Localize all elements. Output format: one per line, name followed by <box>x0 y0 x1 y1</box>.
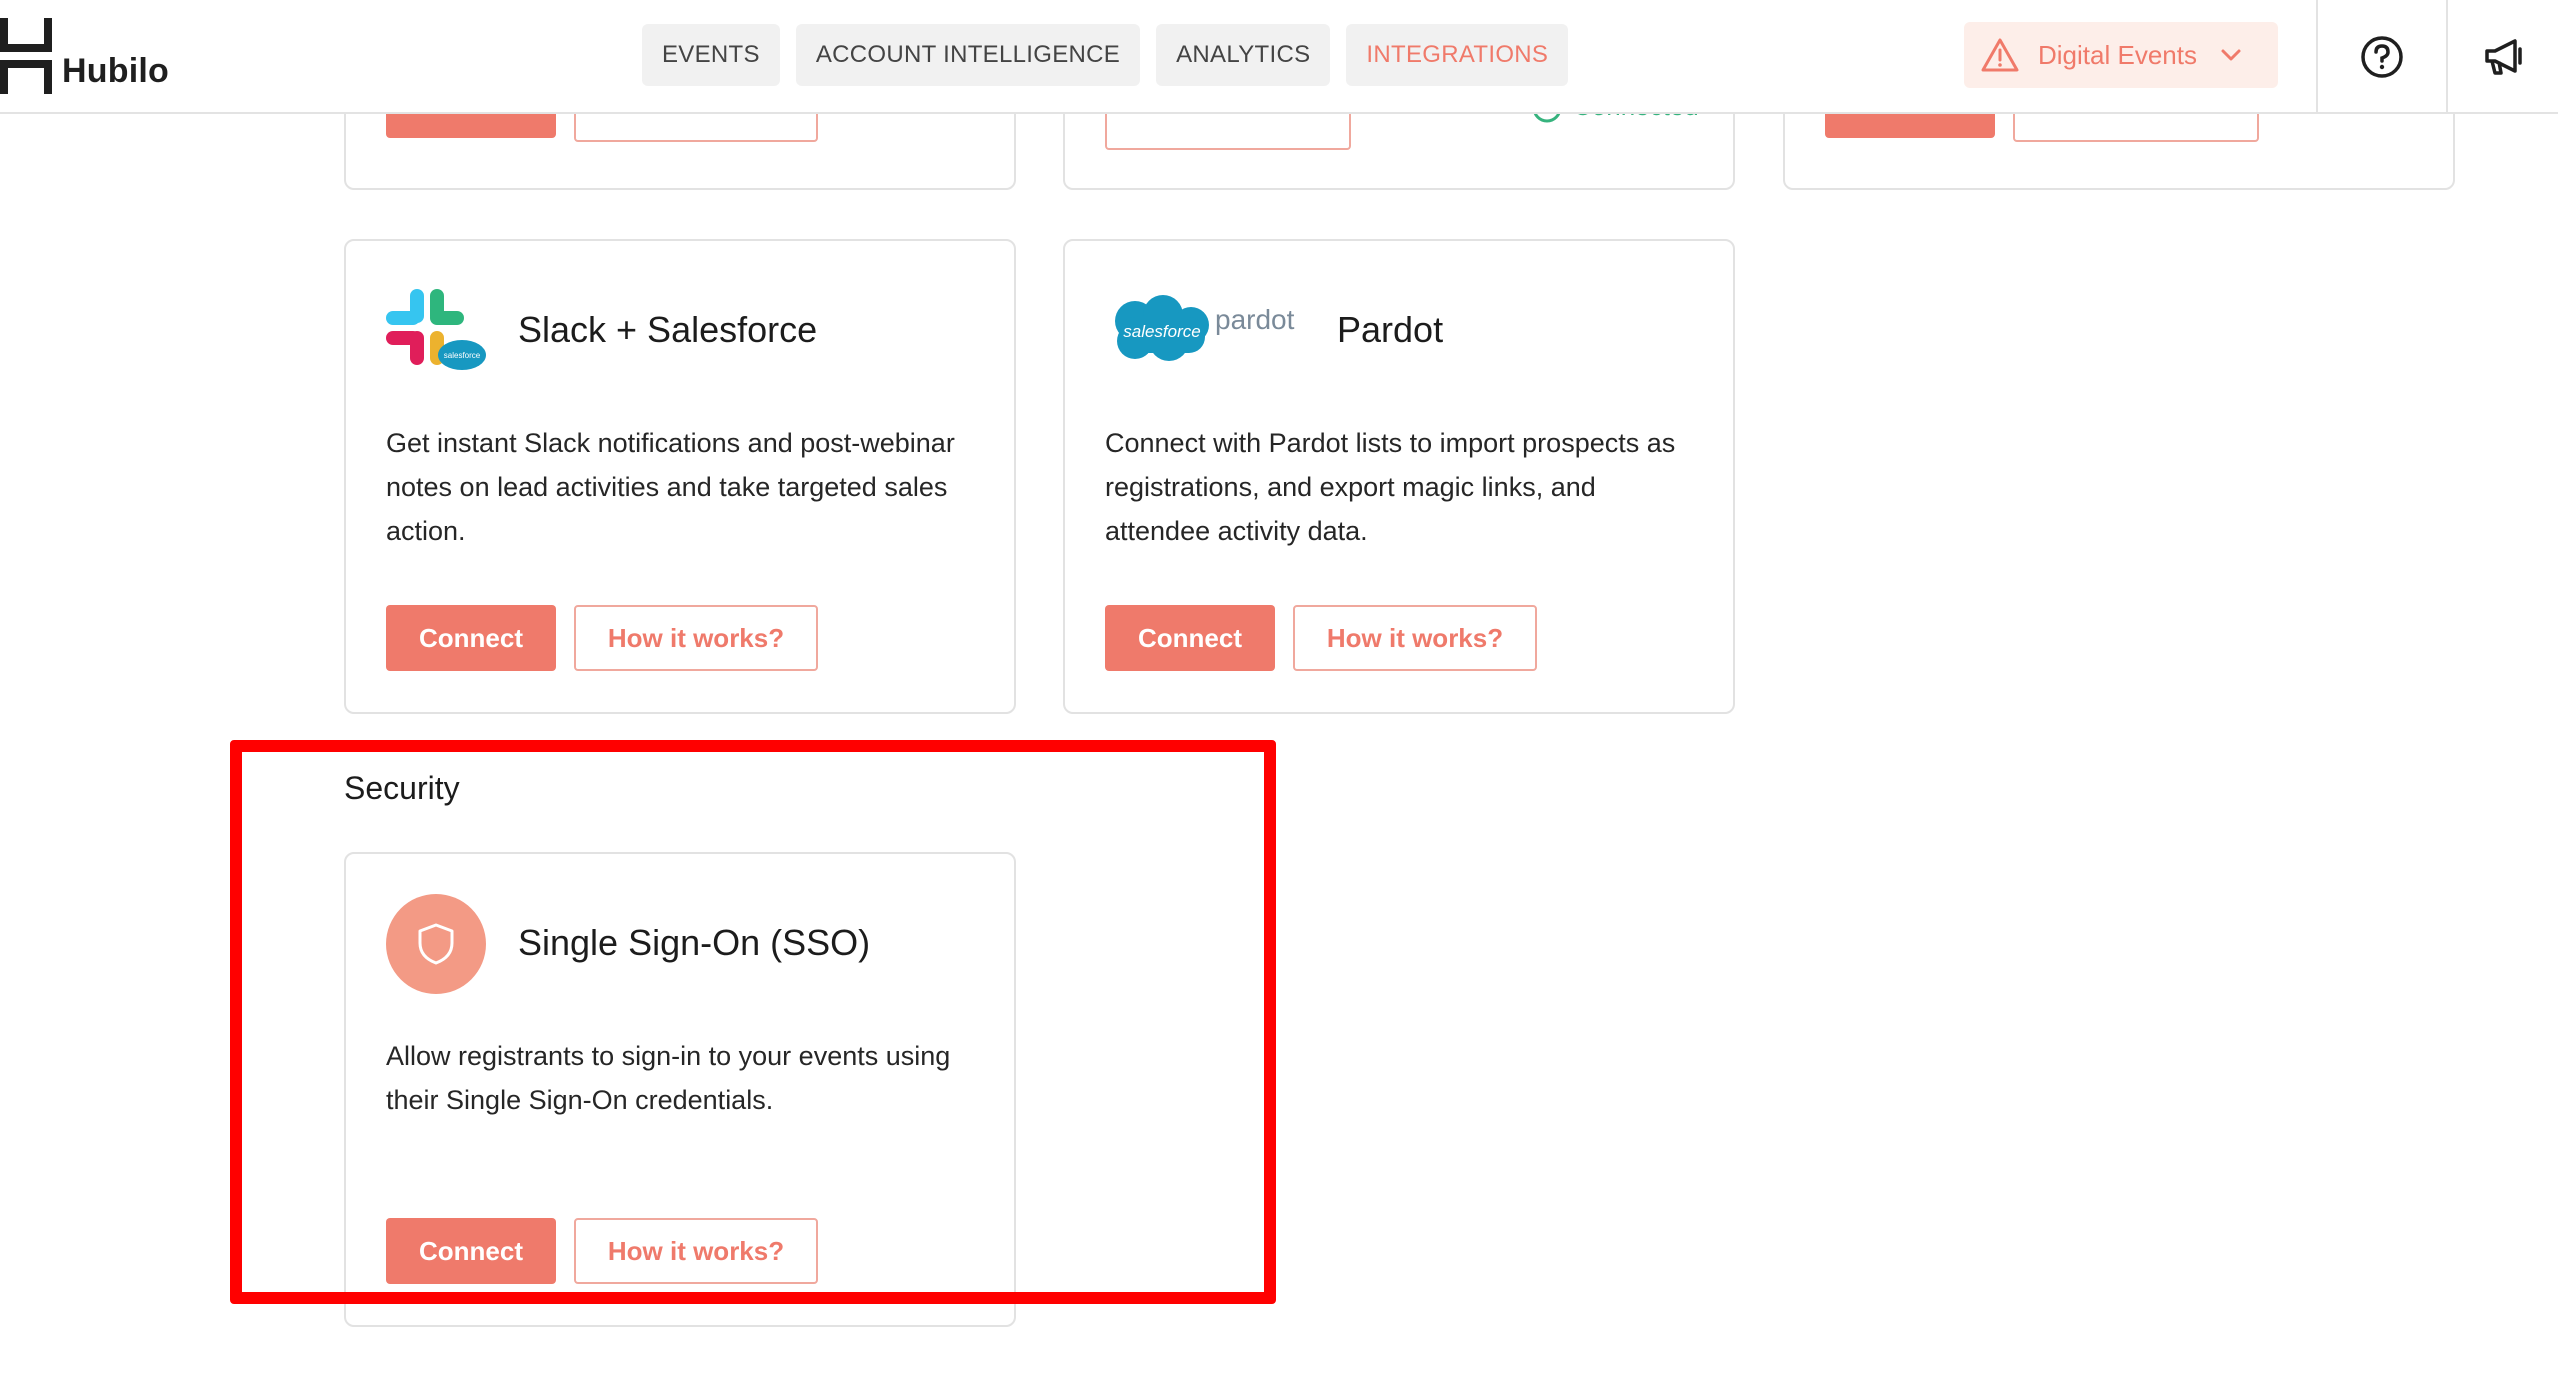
hubilo-logo[interactable]: Hubilo <box>0 18 220 94</box>
connect-button-sso[interactable]: Connect <box>386 1218 556 1284</box>
brand-name: Hubilo <box>62 52 169 90</box>
connect-button-slack[interactable]: Connect <box>386 605 556 671</box>
how-it-works-button-sso[interactable]: How it works? <box>574 1218 818 1284</box>
salesforce-badge-text: salesforce <box>444 351 481 360</box>
slack-salesforce-logo-icon: salesforce <box>386 289 486 370</box>
pardot-logo-word: pardot <box>1215 304 1295 335</box>
event-type-label: Digital Events <box>2038 39 2197 70</box>
card-title-pardot: Pardot <box>1337 309 1444 350</box>
how-it-works-button-slack[interactable]: How it works? <box>574 605 818 671</box>
card-description-slack: Get instant Slack notifications and post… <box>386 428 955 546</box>
tab-account-intelligence[interactable]: ACCOUNT INTELLIGENCE <box>795 24 1141 86</box>
salesforce-pardot-logo-icon: salesforce pardot <box>1115 295 1295 361</box>
shield-icon <box>418 923 454 965</box>
help-button[interactable] <box>2316 0 2446 114</box>
event-type-dropdown[interactable]: Digital Events <box>1964 22 2278 88</box>
card-title-slack: Slack + Salesforce <box>518 309 818 350</box>
how-it-works-button-pardot[interactable]: How it works? <box>1293 605 1537 671</box>
salesforce-cloud-text: salesforce <box>1123 322 1200 341</box>
section-title-security: Security <box>344 770 460 806</box>
warning-icon <box>1981 38 2019 72</box>
integration-card-slack-salesforce: salesforce Slack + Salesforce Get instan… <box>344 239 1016 714</box>
integration-card-sso: Single Sign-On (SSO) Allow registrants t… <box>344 852 1016 1327</box>
card-title-sso: Single Sign-On (SSO) <box>518 922 871 963</box>
integration-card-pardot: salesforce pardot Pardot Connect with Pa… <box>1063 239 1735 714</box>
connect-button-pardot[interactable]: Connect <box>1105 605 1275 671</box>
tab-analytics[interactable]: ANALYTICS <box>1156 24 1331 86</box>
tab-integrations[interactable]: INTEGRATIONS <box>1346 24 1569 86</box>
tab-events[interactable]: EVENTS <box>642 24 780 86</box>
megaphone-icon <box>2485 39 2522 75</box>
hubilo-logo-icon <box>0 18 52 94</box>
card-description-pardot: Connect with Pardot lists to import pros… <box>1105 428 1676 546</box>
card-description-sso: Allow registrants to sign-in to your eve… <box>386 1041 951 1115</box>
sso-icon-circle <box>386 894 486 994</box>
chevron-down-icon <box>2221 49 2241 61</box>
announcements-button[interactable] <box>2446 0 2558 114</box>
top-navigation-bar: Hubilo EVENTS ACCOUNT INTELLIGENCE ANALY… <box>0 0 2558 114</box>
help-icon <box>2361 36 2403 78</box>
main-nav-tabs: EVENTS ACCOUNT INTELLIGENCE ANALYTICS IN… <box>642 24 1584 86</box>
